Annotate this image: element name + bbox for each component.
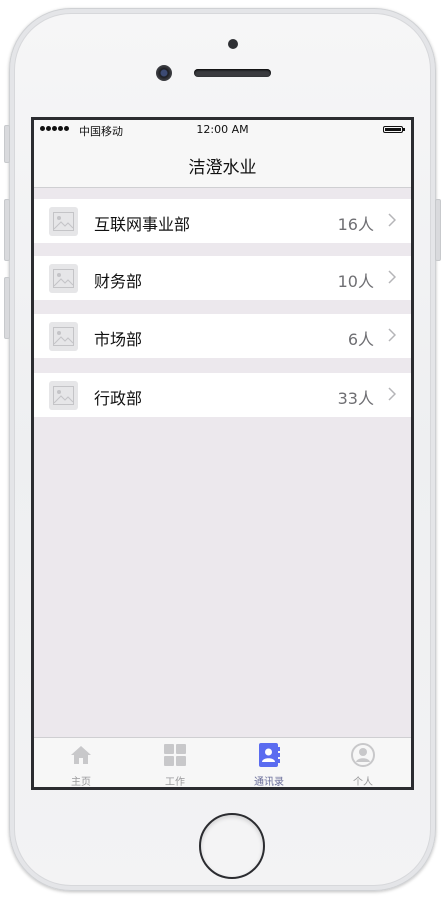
member-count: 33人 [337,389,374,408]
earpiece-speaker [194,69,271,77]
chevron-right-icon [388,270,396,284]
tab-bar: 主页 工作 通讯录 个人 [34,737,411,787]
tab-label: 个人 [353,777,373,787]
front-camera [156,65,172,81]
grid-icon [164,744,186,766]
list-item[interactable]: 市场部 6人 [34,314,411,358]
chevron-right-icon [388,213,396,227]
tab-label: 工作 [165,777,185,787]
image-placeholder-icon [49,264,78,293]
status-time: 12:00 AM [196,123,249,136]
member-count: 16人 [337,215,374,234]
department-name: 行政部 [94,389,143,408]
person-icon [351,743,375,767]
power-button [435,199,441,261]
contacts-icon [259,743,280,767]
mute-switch [4,125,10,163]
list-item[interactable]: 行政部 33人 [34,373,411,417]
department-name: 财务部 [94,272,143,291]
department-name: 市场部 [94,330,143,349]
chevron-right-icon [388,387,396,401]
page-title: 洁澄水业 [188,158,257,178]
nav-bar: 洁澄水业 [34,140,411,188]
list-item[interactable]: 财务部 10人 [34,256,411,300]
status-bar: 中国移动 12:00 AM [34,120,411,140]
member-count: 6人 [347,330,374,349]
tab-work[interactable]: 工作 [128,738,222,787]
image-placeholder-icon [49,381,78,410]
app-display: 中国移动 12:00 AM 洁澄水业 互联网事业部 16人 财务部 10人 市场… [34,120,411,787]
department-name: 互联网事业部 [94,215,191,234]
tab-label: 通讯录 [254,777,284,787]
list-item[interactable]: 互联网事业部 16人 [34,199,411,243]
tab-profile[interactable]: 个人 [316,738,410,787]
tab-contacts[interactable]: 通讯录 [222,738,316,787]
home-icon [71,746,91,764]
home-button[interactable] [199,813,265,879]
battery-icon [383,126,405,133]
volume-down-button [4,277,10,339]
chevron-right-icon [388,328,396,342]
sensor-dot [228,39,238,49]
tab-label: 主页 [71,777,91,787]
member-count: 10人 [337,272,374,291]
image-placeholder-icon [49,322,78,351]
volume-up-button [4,199,10,261]
tab-home[interactable]: 主页 [34,738,128,787]
screen-bezel: 中国移动 12:00 AM 洁澄水业 互联网事业部 16人 财务部 10人 市场… [31,117,414,790]
image-placeholder-icon [49,207,78,236]
